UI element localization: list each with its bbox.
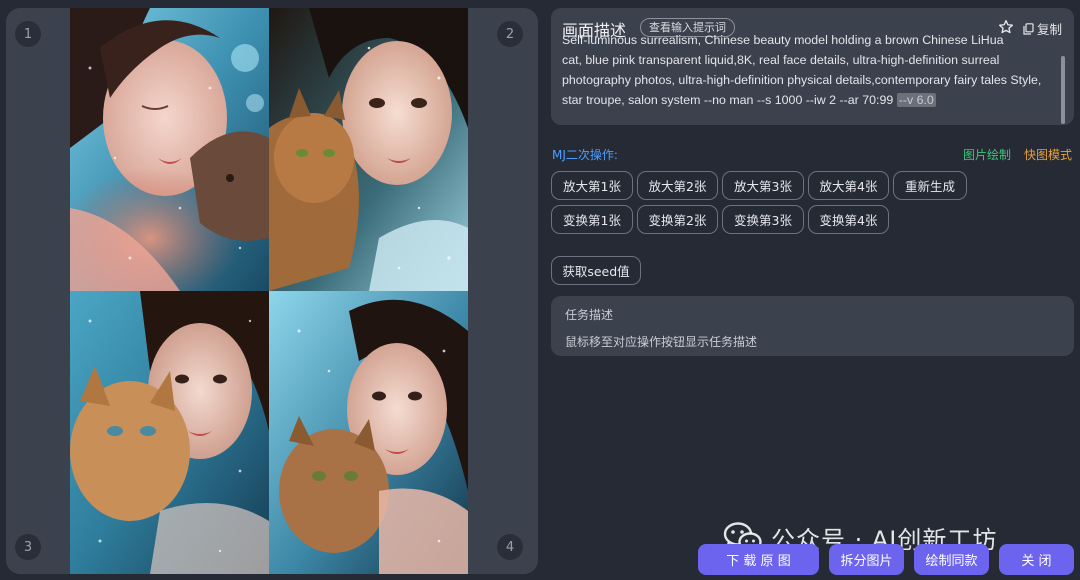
image-grid <box>70 8 468 574</box>
variation-image-2-button[interactable]: 变换第2张 <box>637 205 718 234</box>
task-description-card: 任务描述 鼠标移至对应操作按钮显示任务描述 <box>551 296 1074 356</box>
image-number-badge-3: 3 <box>15 534 41 560</box>
generated-image-3[interactable] <box>70 291 269 574</box>
upscale-image-2-button[interactable]: 放大第2张 <box>637 171 718 200</box>
image-paint-mode-link[interactable]: 图片绘制 <box>963 146 1011 163</box>
description-scrollbar[interactable] <box>1061 56 1065 124</box>
generated-image-4[interactable] <box>269 291 468 574</box>
image-grid-panel: 1 2 3 4 <box>6 8 538 574</box>
upscale-image-3-button[interactable]: 放大第3张 <box>722 171 804 200</box>
variation-image-3-button[interactable]: 变换第3张 <box>722 205 804 234</box>
generated-image-1[interactable] <box>70 8 269 291</box>
draw-same-button[interactable]: 绘制同款 <box>914 544 989 575</box>
get-seed-button[interactable]: 获取seed值 <box>551 256 641 285</box>
upscale-image-4-button[interactable]: 放大第4张 <box>808 171 889 200</box>
version-tag: --v 6.0 <box>896 93 936 107</box>
image-number-badge-2: 2 <box>497 21 523 47</box>
upscale-image-1-button[interactable]: 放大第1张 <box>551 171 633 200</box>
task-description-text: 鼠标移至对应操作按钮显示任务描述 <box>565 335 758 349</box>
split-image-button[interactable]: 拆分图片 <box>829 544 904 575</box>
close-button[interactable]: 关 闭 <box>999 544 1074 575</box>
generated-image-2[interactable] <box>269 8 468 291</box>
variation-image-4-button[interactable]: 变换第4张 <box>808 205 889 234</box>
variation-image-1-button[interactable]: 变换第1张 <box>551 205 633 234</box>
task-description-title: 任务描述 <box>565 308 614 322</box>
image-description-card: 画面描述 查看输入提示词 复制 Self-luminous surrealism… <box>551 8 1074 125</box>
regenerate-button[interactable]: 重新生成 <box>893 171 967 200</box>
image-number-badge-1: 1 <box>15 21 41 47</box>
image-number-badge-4: 4 <box>497 534 523 560</box>
download-original-button[interactable]: 下 载 原 图 <box>698 544 819 575</box>
prompt-text: Self-luminous surrealism, Chinese beauty… <box>562 33 1059 110</box>
prompt-text-clipped-line: Self-luminous surrealism, Chinese beauty… <box>562 33 1004 47</box>
prompt-text-body: cat, blue pink transparent liquid,8K, re… <box>562 53 1042 107</box>
fast-mode-link[interactable]: 快图模式 <box>1024 146 1072 163</box>
mj-operations-label: MJ二次操作: <box>552 148 618 162</box>
